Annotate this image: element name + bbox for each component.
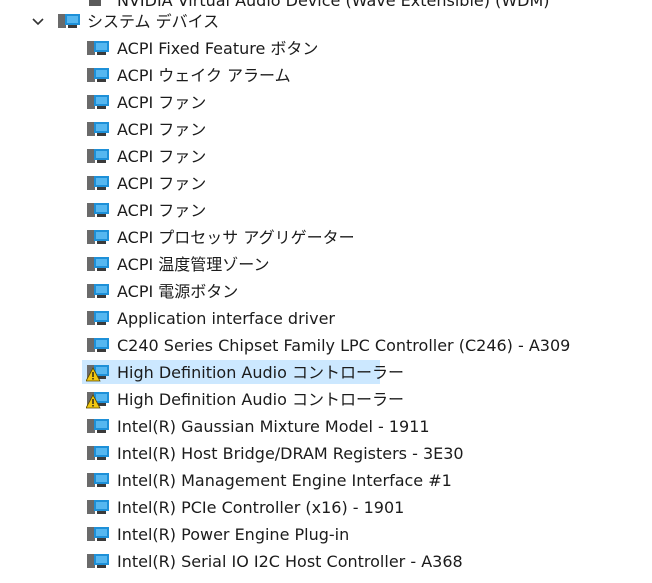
device-warning-icon	[86, 365, 109, 382]
tree-item-device[interactable]: ACPI ウェイク アラーム	[0, 62, 652, 89]
system-devices-icon	[58, 14, 80, 28]
tree-item-label: ACPI ファン	[117, 92, 207, 112]
tree-item-label: High Definition Audio コントローラー	[117, 362, 404, 382]
device-icon	[87, 95, 109, 109]
tree-item-device[interactable]: Application interface driver	[0, 305, 652, 332]
device-icon	[87, 203, 109, 217]
device-icon	[87, 500, 109, 514]
tree-item-device[interactable]: ACPI ファン	[0, 197, 652, 224]
tree-item-device[interactable]: C240 Series Chipset Family LPC Controlle…	[0, 332, 652, 359]
tree-item-label: Intel(R) Gaussian Mixture Model - 1911	[117, 416, 430, 436]
tree-item-device[interactable]: High Definition Audio コントローラー	[0, 386, 652, 413]
tree-item-label: ACPI ファン	[117, 146, 207, 166]
tree-item-device[interactable]: ACPI 温度管理ゾーン	[0, 251, 652, 278]
device-icon	[87, 230, 109, 244]
device-icon	[87, 149, 109, 163]
device-icon	[87, 473, 109, 487]
tree-item-device[interactable]: ACPI ファン	[0, 89, 652, 116]
tree-item-device[interactable]: Intel(R) PCIe Controller (x16) - 1901	[0, 494, 652, 521]
tree-item-label: ACPI Fixed Feature ボタン	[117, 38, 319, 58]
tree-item-device[interactable]: Intel(R) Power Engine Plug-in	[0, 521, 652, 548]
device-icon	[87, 338, 109, 352]
device-icon	[87, 41, 109, 55]
tree-item-device[interactable]: Intel(R) Host Bridge/DRAM Registers - 3E…	[0, 440, 652, 467]
tree-item-device[interactable]: High Definition Audio コントローラー	[0, 359, 652, 386]
tree-item-label: Intel(R) PCIe Controller (x16) - 1901	[117, 497, 405, 517]
category-label: システム デバイス	[87, 11, 220, 31]
tree-category-system-devices[interactable]: システム デバイス	[0, 8, 652, 35]
tree-item-device[interactable]: Intel(R) Gaussian Mixture Model - 1911	[0, 413, 652, 440]
tree-item-label: Application interface driver	[117, 308, 335, 328]
tree-item-label: High Definition Audio コントローラー	[117, 389, 404, 409]
tree-item-label: ACPI ファン	[117, 173, 207, 193]
tree-item-label: ACPI ファン	[117, 119, 207, 139]
device-icon	[87, 527, 109, 541]
tree-item-label: Intel(R) Management Engine Interface #1	[117, 470, 452, 490]
tree-item-label: ACPI プロセッサ アグリゲーター	[117, 227, 355, 247]
device-warning-icon	[86, 392, 109, 409]
tree-item-label: ACPI 温度管理ゾーン	[117, 254, 270, 274]
tree-item-device[interactable]: ACPI ファン	[0, 170, 652, 197]
device-icon	[87, 257, 109, 271]
tree-item-label: ACPI 電源ボタン	[117, 281, 239, 301]
device-tree: NVIDIA Virtual Audio Device (Wave Extens…	[0, 0, 652, 583]
device-icon	[87, 311, 109, 325]
device-icon	[87, 68, 109, 82]
tree-item-label: ACPI ファン	[117, 200, 207, 220]
tree-item-device[interactable]: ACPI Fixed Feature ボタン	[0, 35, 652, 62]
tree-item-label: Intel(R) Serial IO I2C Host Controller -…	[117, 551, 463, 571]
tree-item-label: ACPI ウェイク アラーム	[117, 65, 291, 85]
tree-item-label: Intel(R) Power Engine Plug-in	[117, 524, 350, 544]
device-icon	[87, 554, 109, 568]
tree-item-device[interactable]: ACPI ファン	[0, 116, 652, 143]
tree-item-device[interactable]: ACPI プロセッサ アグリゲーター	[0, 224, 652, 251]
tree-item-device[interactable]: ACPI ファン	[0, 143, 652, 170]
tree-item-device[interactable]: Intel(R) Management Engine Interface #1	[0, 467, 652, 494]
device-icon	[87, 284, 109, 298]
tree-item-device[interactable]: ACPI 電源ボタン	[0, 278, 652, 305]
device-icon	[87, 122, 109, 136]
tree-item-device[interactable]: Intel(R) Serial IO I2C Host Controller -…	[0, 548, 652, 575]
device-icon	[87, 176, 109, 190]
chevron-down-icon[interactable]	[30, 14, 46, 30]
tree-item-label: Intel(R) Host Bridge/DRAM Registers - 3E…	[117, 443, 464, 463]
device-icon	[87, 446, 109, 460]
device-icon	[87, 419, 109, 433]
tree-item-label: C240 Series Chipset Family LPC Controlle…	[117, 335, 571, 355]
